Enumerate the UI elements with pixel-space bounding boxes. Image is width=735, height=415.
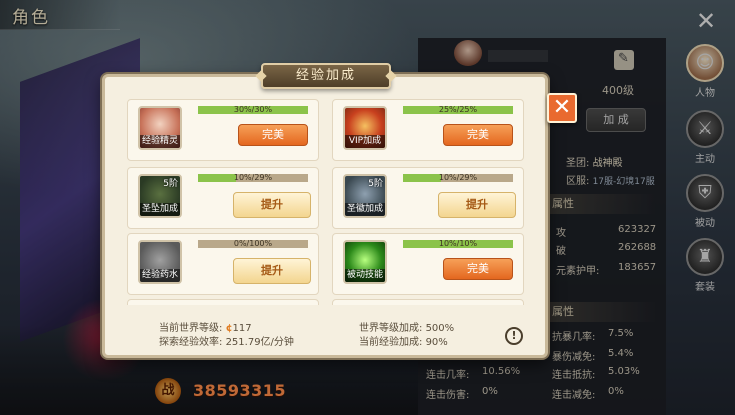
bonus-card-holy-pendant: 5阶 圣坠加成 10%/29% 提升 xyxy=(127,167,319,229)
bonus-card-vip: VIP加成 25%/25% 完美 xyxy=(332,99,524,161)
efficiency-row: 探索经验效率: 251.79亿/分钟 xyxy=(159,333,294,348)
efficiency-value: 251.79亿/分钟 xyxy=(225,337,294,348)
upgrade-button[interactable]: 提升 xyxy=(438,192,516,218)
bonus-card-exp-elf: 经验精灵 30%/30% 完美 xyxy=(127,99,319,161)
current-bonus-row: 当前经验加成: 90% xyxy=(359,333,448,348)
modal-title: 经验加成 xyxy=(261,63,391,89)
card-icon-label: VIP加成 xyxy=(345,135,385,148)
progress-bar: 0%/100% xyxy=(198,239,308,248)
modal-close-button[interactable]: ✕ xyxy=(547,93,577,123)
bonus-card-grid: 经验精灵 30%/30% 完美 VIP加成 25%/25% 完美 5阶 圣坠加成 xyxy=(127,93,527,305)
progress-bar: 10%/29% xyxy=(403,173,513,182)
card-icon-label: 圣坠加成 xyxy=(140,203,180,216)
progress-text: 30%/30% xyxy=(233,105,273,114)
vip-icon: VIP加成 xyxy=(343,106,387,150)
card-icon-label: 圣徽加成 xyxy=(345,203,385,216)
progress-text: 10%/10% xyxy=(438,239,478,248)
perfect-button[interactable]: 完美 xyxy=(443,258,513,280)
card-icon-label: 经验精灵 xyxy=(140,135,180,148)
world-bonus-row: 世界等级加成: 500% xyxy=(359,319,454,334)
progress-text: 0%/100% xyxy=(233,239,273,248)
exp-bonus-modal: 经验加成 经验精灵 30%/30% 完美 VIP加成 25%/25% 完美 5阶… xyxy=(102,63,577,358)
holy-pendant-icon: 5阶 圣坠加成 xyxy=(138,174,182,218)
progress-bar: 10%/10% xyxy=(403,239,513,248)
bonus-card-passive-skill: 被动技能 10%/10% 完美 xyxy=(332,233,524,295)
world-level-row: 当前世界等级: ¢117 xyxy=(159,319,252,334)
upgrade-button[interactable]: 提升 xyxy=(233,258,311,284)
bonus-card-exp-potion: 经验药水 0%/100% 提升 xyxy=(127,233,319,295)
progress-text: 10%/29% xyxy=(233,173,273,182)
progress-bar: 25%/25% xyxy=(403,105,513,114)
bonus-card-holy-emblem: 5阶 圣徽加成 10%/29% 提升 xyxy=(332,167,524,229)
exp-elf-icon: 经验精灵 xyxy=(138,106,182,150)
progress-bar: 30%/30% xyxy=(198,105,308,114)
perfect-button[interactable]: 完美 xyxy=(238,124,308,146)
tier-badge: 5阶 xyxy=(163,179,178,189)
progress-bar: 10%/29% xyxy=(198,173,308,182)
card-icon-label: 被动技能 xyxy=(345,269,385,282)
perfect-button[interactable]: 完美 xyxy=(443,124,513,146)
progress-text: 25%/25% xyxy=(438,105,478,114)
passive-skill-icon: 被动技能 xyxy=(343,240,387,284)
tier-badge: 5阶 xyxy=(368,179,383,189)
card-icon-label: 经验药水 xyxy=(140,269,180,282)
exp-potion-icon: 经验药水 xyxy=(138,240,182,284)
progress-text: 10%/29% xyxy=(438,173,478,182)
current-bonus-label: 当前经验加成: xyxy=(359,337,423,348)
current-bonus-value: 90% xyxy=(425,337,448,348)
upgrade-button[interactable]: 提升 xyxy=(233,192,311,218)
exp-summary: 当前世界等级: ¢117 探索经验效率: 251.79亿/分钟 世界等级加成: … xyxy=(105,305,545,357)
efficiency-label: 探索经验效率: xyxy=(159,337,223,348)
info-icon[interactable]: ! xyxy=(505,327,523,345)
holy-emblem-icon: 5阶 圣徽加成 xyxy=(343,174,387,218)
